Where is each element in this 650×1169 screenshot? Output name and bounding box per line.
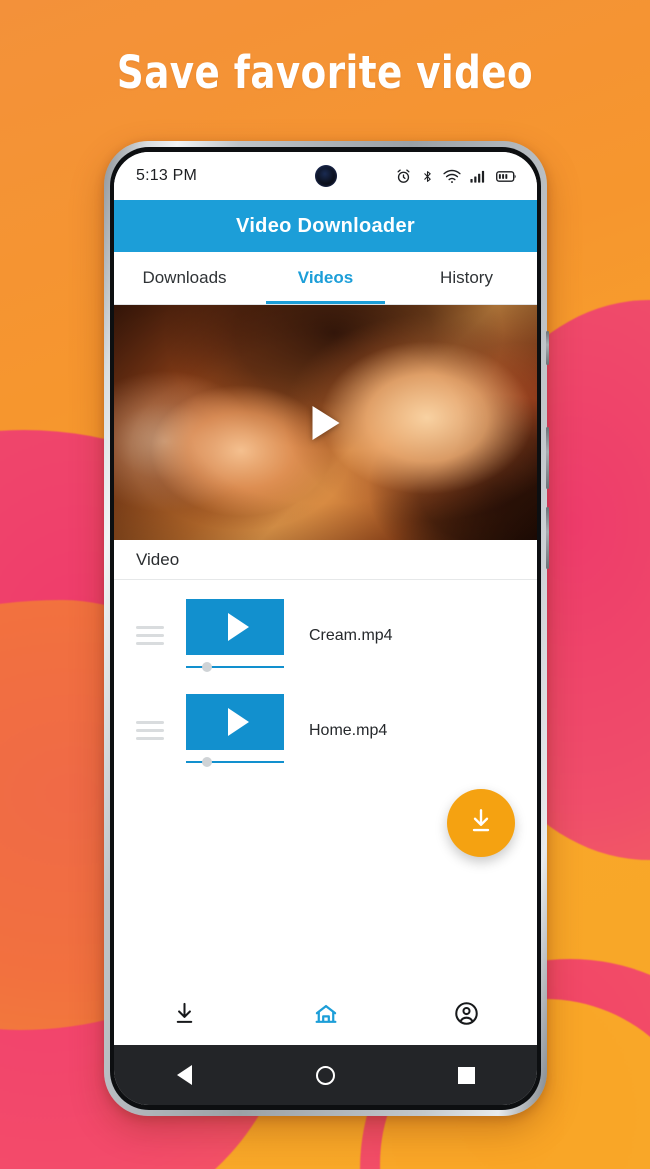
nav-item-downloads[interactable] <box>114 1000 255 1032</box>
drag-handle-icon[interactable] <box>136 626 164 645</box>
video-thumbnail-0[interactable] <box>186 598 284 673</box>
video-list: Cream.mp4 Home.mp4 <box>114 580 537 778</box>
home-icon <box>312 1000 340 1033</box>
android-home-button[interactable] <box>255 1065 396 1085</box>
android-navigation-bar <box>114 1045 537 1105</box>
nav-item-home[interactable] <box>255 1000 396 1033</box>
status-bar: 5:13 PM <box>114 152 537 200</box>
video-file-name: Cream.mp4 <box>309 626 393 644</box>
status-time: 5:13 PM <box>136 167 197 184</box>
nav-item-account[interactable] <box>396 1000 537 1032</box>
video-preview[interactable] <box>114 305 537 540</box>
tab-bar: Downloads Videos History <box>114 252 537 305</box>
signal-icon <box>470 169 487 184</box>
download-icon <box>171 1000 198 1032</box>
promo-stage: Save favorite video 5:13 PM Video Downlo… <box>0 0 650 1169</box>
tab-history[interactable]: History <box>396 252 537 304</box>
phone-side-button-top <box>546 331 549 365</box>
video-file-name: Home.mp4 <box>309 721 388 739</box>
phone-screen: 5:13 PM Video Downloader Downloads Video… <box>114 152 537 1105</box>
phone-mockup: 5:13 PM Video Downloader Downloads Video… <box>104 141 549 1116</box>
download-fab-button[interactable] <box>447 789 515 857</box>
back-triangle-icon <box>177 1065 192 1085</box>
android-back-button[interactable] <box>114 1065 255 1085</box>
video-thumbnail-play-icon[interactable] <box>186 693 284 750</box>
front-camera-punch-hole <box>314 165 337 187</box>
bottom-navigation-bar <box>114 987 537 1045</box>
phone-bezel: 5:13 PM Video Downloader Downloads Video… <box>110 147 541 1110</box>
video-thumbnail-play-icon[interactable] <box>186 598 284 655</box>
section-title: Video <box>136 549 180 569</box>
slider-knob[interactable] <box>201 661 212 672</box>
list-item[interactable]: Cream.mp4 <box>114 588 537 683</box>
android-recents-button[interactable] <box>396 1066 537 1084</box>
slider-knob[interactable] <box>201 756 212 767</box>
video-progress-slider[interactable] <box>186 661 284 673</box>
video-progress-slider[interactable] <box>186 756 284 768</box>
tab-downloads[interactable]: Downloads <box>114 252 255 304</box>
account-icon <box>453 1000 480 1032</box>
phone-side-button-middle <box>546 427 549 489</box>
home-circle-icon <box>316 1065 335 1085</box>
alarm-icon <box>395 168 412 185</box>
tab-videos[interactable]: Videos <box>255 252 396 304</box>
battery-icon <box>496 170 517 183</box>
recents-square-icon <box>458 1066 475 1084</box>
status-icon-group <box>395 168 517 185</box>
video-section-header: Video <box>114 540 537 580</box>
bluetooth-icon <box>421 168 434 185</box>
list-item[interactable]: Home.mp4 <box>114 683 537 778</box>
download-icon <box>466 806 496 841</box>
play-icon[interactable] <box>312 405 339 440</box>
app-bar: Video Downloader <box>114 200 537 252</box>
video-thumbnail-1[interactable] <box>186 693 284 768</box>
slider-track <box>186 760 284 763</box>
drag-handle-icon[interactable] <box>136 721 164 740</box>
slider-track <box>186 665 284 668</box>
promo-headline: Save favorite video <box>116 46 534 99</box>
phone-side-button-bottom <box>546 507 549 569</box>
wifi-icon <box>443 169 461 184</box>
app-title: Video Downloader <box>236 214 415 237</box>
